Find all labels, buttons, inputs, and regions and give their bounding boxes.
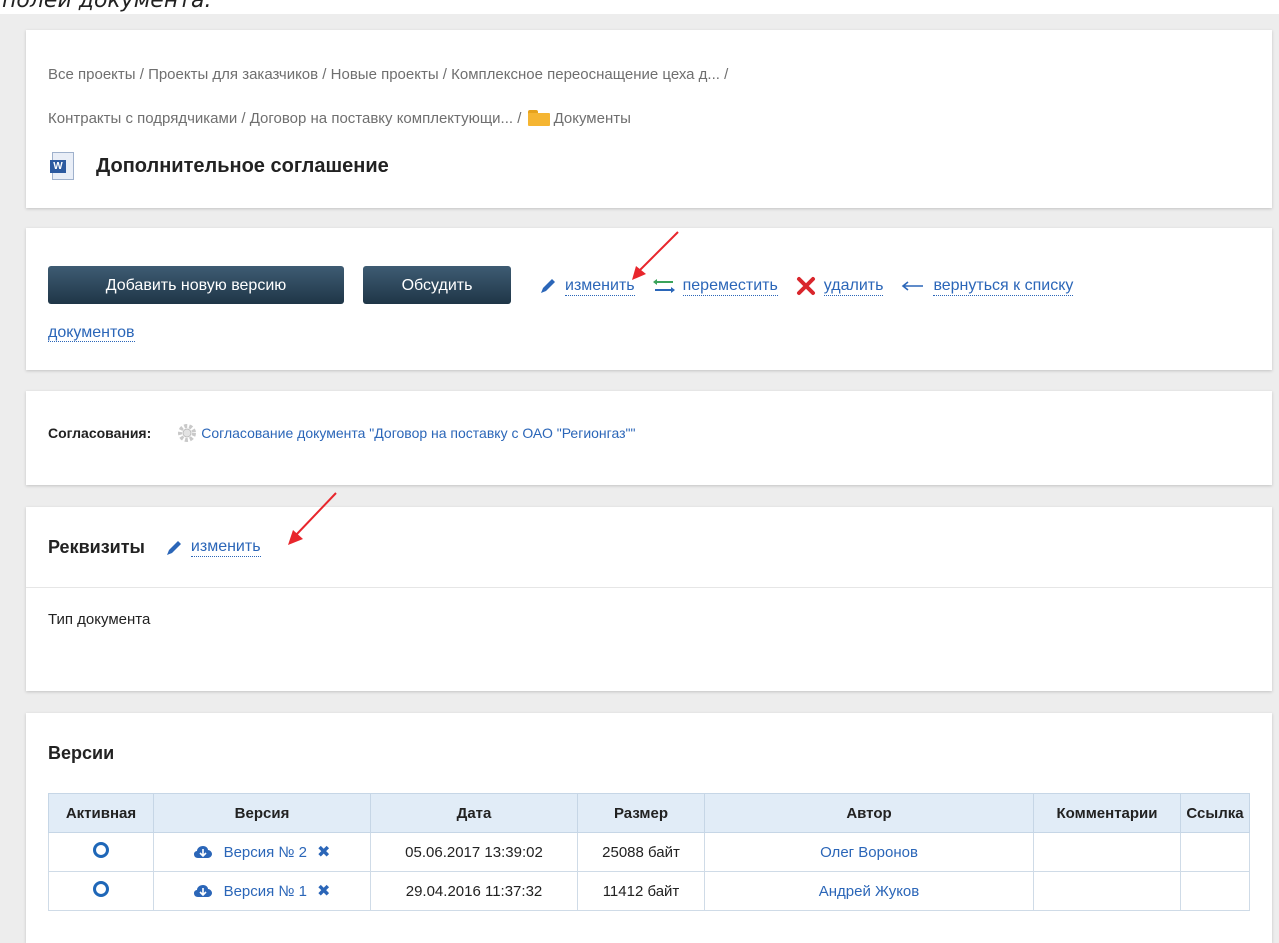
approvals-row: Согласования: Согласование документа "До…: [48, 423, 635, 443]
breadcrumb-customer-projects[interactable]: Проекты для заказчиков: [148, 66, 318, 83]
breadcrumb-all-projects[interactable]: Все проекты: [48, 66, 136, 83]
breadcrumb-workshop-project[interactable]: Комплексное переоснащение цеха д...: [451, 66, 720, 83]
version-link-cell: [1180, 832, 1250, 872]
breadcrumb-documents[interactable]: Документы: [554, 110, 631, 127]
table-header-row: Активная Версия Дата Размер Автор Коммен…: [48, 793, 1250, 833]
requisites-heading: Реквизиты: [48, 537, 145, 557]
table-row: Версия № 2 ✖ 05.06.2017 13:39:02 25088 б…: [48, 832, 1250, 872]
requisites-edit-link[interactable]: изменить: [190, 538, 261, 557]
version-link[interactable]: Версия № 1: [224, 883, 307, 900]
approval-link[interactable]: Согласование документа "Договор на поста…: [201, 425, 635, 441]
move-link[interactable]: переместить: [682, 277, 778, 296]
arrow-left-icon: [901, 280, 925, 292]
page-title: Дополнительное соглашение: [96, 154, 389, 177]
move-action[interactable]: переместить: [652, 277, 778, 296]
table-row: Версия № 1 ✖ 29.04.2016 11:37:32 11412 б…: [48, 871, 1250, 911]
cloud-download-icon[interactable]: [193, 884, 212, 898]
version-date: 05.06.2017 13:39:02: [370, 832, 578, 872]
move-arrows-icon: [652, 277, 675, 295]
col-author: Автор: [704, 793, 1034, 833]
delete-version-icon[interactable]: ✖: [317, 842, 330, 862]
folder-icon: [527, 110, 550, 126]
author-link[interactable]: Олег Воронов: [820, 844, 918, 861]
version-size: 25088 байт: [577, 832, 705, 872]
pencil-icon: [539, 277, 557, 295]
delete-version-icon[interactable]: ✖: [317, 881, 330, 901]
divider: [26, 587, 1272, 588]
cloud-download-icon[interactable]: [193, 845, 212, 859]
col-comments: Комментарии: [1033, 793, 1181, 833]
edit-link[interactable]: изменить: [565, 277, 635, 296]
gear-icon: [177, 423, 197, 443]
version-link-cell: [1180, 871, 1250, 911]
versions-table: Активная Версия Дата Размер Автор Коммен…: [48, 793, 1250, 911]
actions-panel: Добавить новую версию Обсудить изменить …: [26, 228, 1272, 370]
requisites-header: Реквизиты изменить: [48, 537, 261, 558]
back-to-list-link[interactable]: вернуться к списку: [933, 277, 1074, 296]
delete-link[interactable]: удалить: [823, 277, 884, 296]
breadcrumb: Все проекты / Проекты для заказчиков / Н…: [48, 66, 729, 83]
requisites-panel: Реквизиты изменить Тип документа: [26, 492, 1272, 691]
breadcrumb-line-2: Контракты с подрядчиками / Договор на по…: [48, 110, 631, 127]
approvals-label: Согласования:: [48, 425, 152, 441]
back-action[interactable]: вернуться к списку: [901, 277, 1074, 296]
pencil-icon: [165, 539, 183, 557]
active-radio[interactable]: [93, 842, 109, 858]
col-date: Дата: [370, 793, 578, 833]
versions-panel: Версии Активная Версия Дата Размер Автор…: [26, 713, 1272, 943]
edit-action[interactable]: изменить: [539, 277, 635, 296]
document-title-row: W Дополнительное соглашение: [48, 152, 389, 180]
breadcrumb-contracts[interactable]: Контракты с подрядчиками: [48, 110, 237, 127]
col-version: Версия: [153, 793, 371, 833]
col-size: Размер: [577, 793, 705, 833]
active-radio[interactable]: [93, 881, 109, 897]
delete-x-icon: [796, 276, 816, 296]
delete-action[interactable]: удалить: [796, 276, 884, 296]
col-active: Активная: [48, 793, 154, 833]
discuss-button[interactable]: Обсудить: [363, 266, 511, 304]
col-link: Ссылка: [1180, 793, 1250, 833]
requisites-field-label: Тип документа: [48, 611, 151, 628]
version-size: 11412 байт: [577, 871, 705, 911]
approvals-panel: Согласования: Согласование документа "До…: [26, 391, 1272, 485]
version-comment: [1033, 832, 1181, 872]
word-doc-icon: W: [48, 152, 74, 180]
version-comment: [1033, 871, 1181, 911]
page-caption: полей документа.: [0, 0, 1279, 14]
versions-heading: Версии: [48, 743, 115, 763]
action-links: изменить переместить удалить вернуться к…: [539, 276, 1091, 296]
breadcrumb-new-projects[interactable]: Новые проекты: [331, 66, 439, 83]
header-panel: Все проекты / Проекты для заказчиков / Н…: [26, 30, 1272, 208]
annotation-arrow-icon: [288, 492, 337, 545]
version-date: 29.04.2016 11:37:32: [370, 871, 578, 911]
breadcrumb-supply-contract[interactable]: Договор на поставку комплектующи...: [250, 110, 513, 127]
add-version-button[interactable]: Добавить новую версию: [48, 266, 344, 304]
author-link[interactable]: Андрей Жуков: [819, 883, 920, 900]
back-to-list-link-cont[interactable]: документов: [48, 324, 135, 342]
version-link[interactable]: Версия № 2: [224, 844, 307, 861]
